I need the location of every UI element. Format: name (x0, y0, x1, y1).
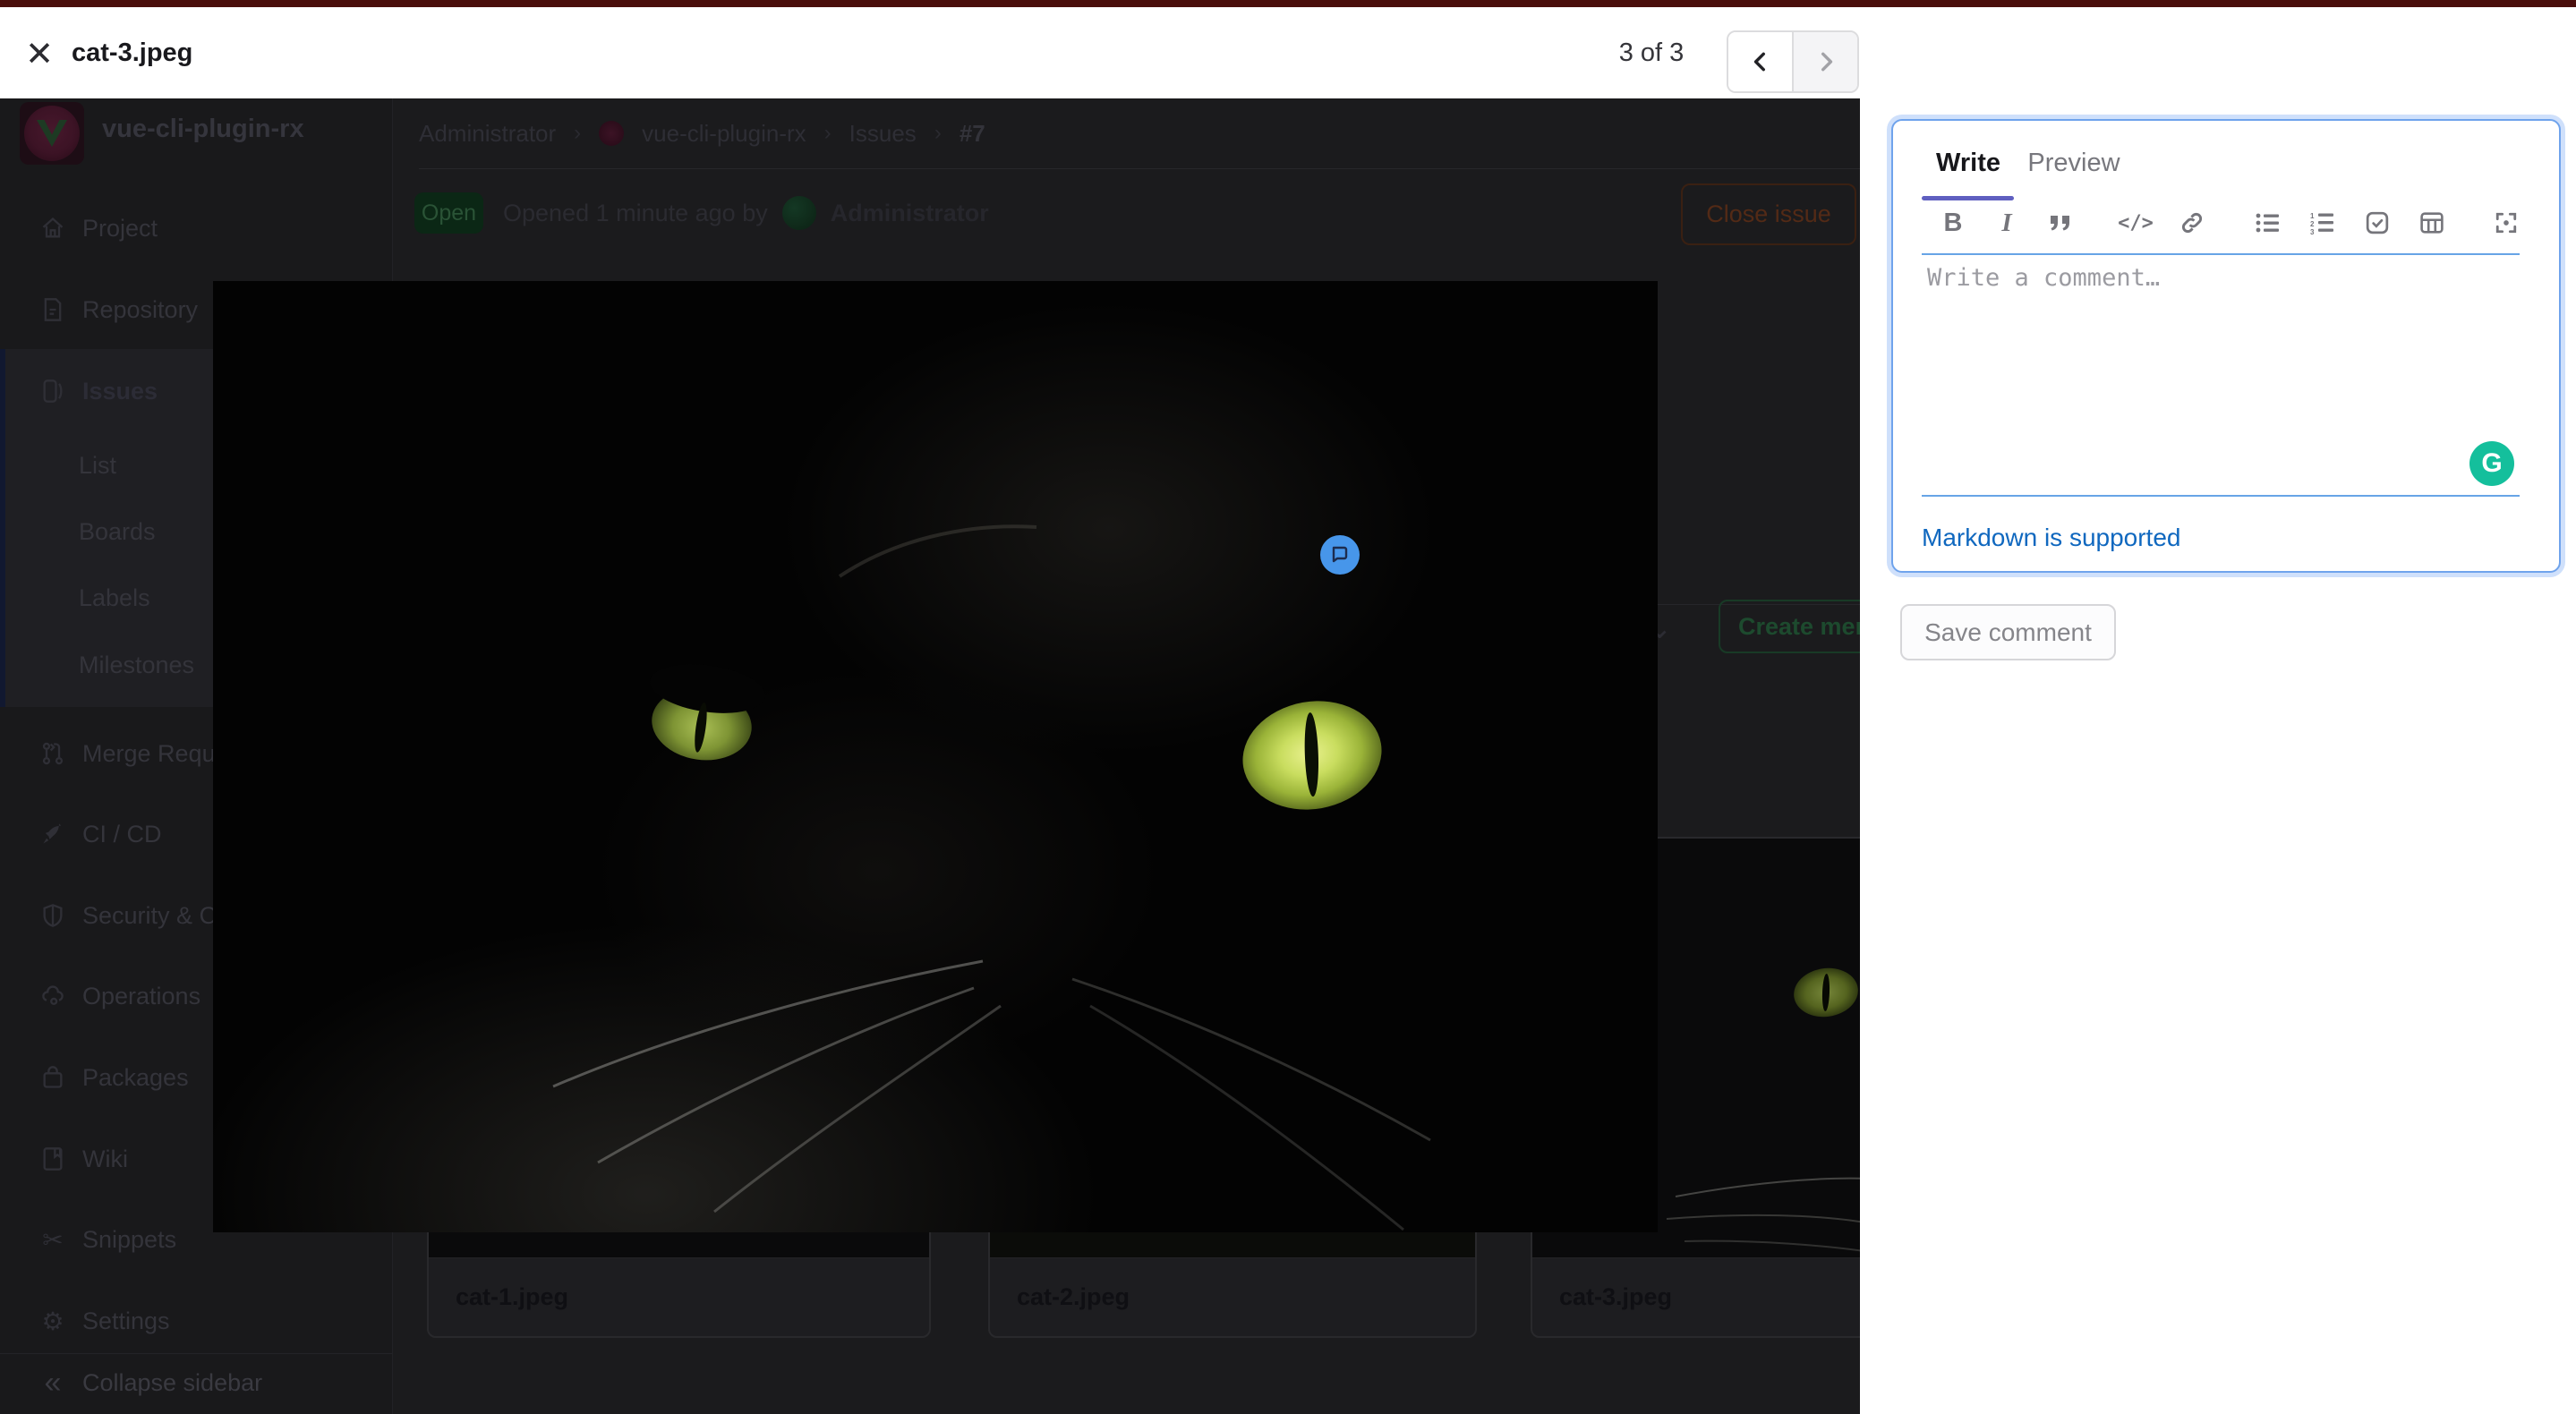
breadcrumb-item-issue-number: #7 (959, 119, 985, 147)
scissors-icon: ✂ (42, 1225, 64, 1254)
sidebar-item-settings[interactable]: ⚙ Settings (0, 1288, 392, 1354)
breadcrumb-item-issues[interactable]: Issues (849, 120, 917, 148)
document-icon (39, 297, 66, 322)
svg-text:3: 3 (2310, 228, 2315, 234)
bold-icon[interactable]: B (1935, 205, 1971, 241)
lightbox-image-cat-photo[interactable] (213, 281, 1658, 1232)
svg-text:1: 1 (2310, 212, 2315, 220)
issue-status-badge: Open (414, 192, 483, 234)
close-issue-button[interactable]: Close issue (1681, 183, 1856, 245)
chevron-left-icon (1753, 52, 1765, 72)
issue-opened-text: Opened 1 minute ago by (503, 199, 768, 226)
breadcrumb-item-project[interactable]: vue-cli-plugin-rx (642, 120, 806, 148)
lightbox-image-counter: 3 of 3 (1618, 38, 1685, 67)
previous-image-button[interactable] (1728, 32, 1794, 91)
lightbox-navigation (1727, 30, 1859, 93)
comment-input[interactable] (1925, 262, 2516, 490)
chevron-right-icon (1821, 52, 1832, 72)
italic-icon[interactable]: I (1989, 205, 2025, 241)
issues-icon (39, 379, 66, 404)
shield-icon (39, 903, 66, 928)
sidebar-item-project[interactable]: Project (0, 195, 392, 261)
breadcrumb-separator: › (574, 121, 582, 145)
home-icon (39, 216, 66, 241)
gitlab-navbar-strip (0, 0, 2576, 7)
collapse-icon: « (44, 1365, 62, 1400)
breadcrumb-project-logo-icon (599, 121, 625, 146)
attachment-filename: cat-1.jpeg (429, 1257, 929, 1336)
numbered-list-icon[interactable]: 123 (2305, 205, 2341, 241)
sidebar-project-title: vue-cli-plugin-rx (102, 115, 304, 143)
collapse-sidebar-button[interactable]: « Collapse sidebar (0, 1350, 392, 1414)
save-comment-button[interactable]: Save comment (1900, 604, 2116, 660)
comment-editor-card: Write Preview B I </> 123 Write a commen… (1891, 119, 2561, 573)
comment-bubble-icon (1332, 546, 1348, 563)
project-logo-icon (24, 106, 80, 161)
design-comment-pin[interactable] (1320, 535, 1360, 575)
merge-request-icon (39, 741, 66, 766)
grammarly-icon[interactable]: G (2469, 441, 2514, 486)
svg-text:2: 2 (2310, 220, 2315, 228)
tab-preview[interactable]: Preview (2024, 149, 2124, 178)
active-tab-underline (1922, 196, 2014, 200)
table-icon[interactable] (2414, 205, 2450, 241)
attachment-filename: cat-2.jpeg (990, 1257, 1475, 1336)
breadcrumb-separator: › (823, 121, 832, 145)
cloud-gear-icon (39, 984, 66, 1009)
comment-panel: Write Preview B I </> 123 Write a commen… (1860, 98, 2576, 1414)
issue-author[interactable]: Administrator (831, 200, 989, 227)
textarea-bottom-border (1922, 495, 2520, 497)
rocket-icon (39, 822, 66, 847)
create-merge-request-button[interactable]: Create merge request (1719, 600, 1860, 653)
app-window: vue-cli-plugin-rx Project Repository Iss… (0, 0, 2576, 1414)
cat-whiskers (552, 524, 1431, 1231)
tab-write[interactable]: Write (1922, 149, 2015, 178)
code-icon[interactable]: </> (2118, 205, 2154, 241)
breadcrumb: Administrator › vue-cli-plugin-rx › Issu… (419, 111, 985, 156)
issue-meta: Opened 1 minute ago by Administrator (503, 190, 989, 236)
lightbox-header: ✕ cat-3.jpeg 3 of 3 (0, 7, 2576, 98)
breadcrumb-separator: › (934, 121, 942, 145)
author-avatar (781, 196, 816, 230)
breadcrumb-item-administrator[interactable]: Administrator (419, 120, 556, 148)
package-icon (39, 1065, 66, 1090)
fullscreen-icon[interactable] (2488, 205, 2524, 241)
quote-icon[interactable] (2043, 205, 2078, 241)
content-divider (419, 168, 1860, 169)
project-avatar (20, 102, 84, 165)
close-icon[interactable]: ✕ (16, 30, 63, 77)
textarea-top-border (1922, 253, 2520, 255)
lightbox-filename: cat-3.jpeg (72, 38, 193, 67)
next-image-button-disabled[interactable] (1794, 32, 1857, 91)
attachment-filename: cat-3.jpeg (1532, 1257, 1860, 1336)
bulleted-list-icon[interactable] (2250, 205, 2286, 241)
gear-icon: ⚙ (41, 1307, 64, 1335)
link-icon[interactable] (2174, 205, 2210, 241)
task-list-icon[interactable] (2359, 205, 2395, 241)
markdown-supported-link[interactable]: Markdown is supported (1922, 524, 2180, 552)
book-icon (39, 1146, 66, 1171)
